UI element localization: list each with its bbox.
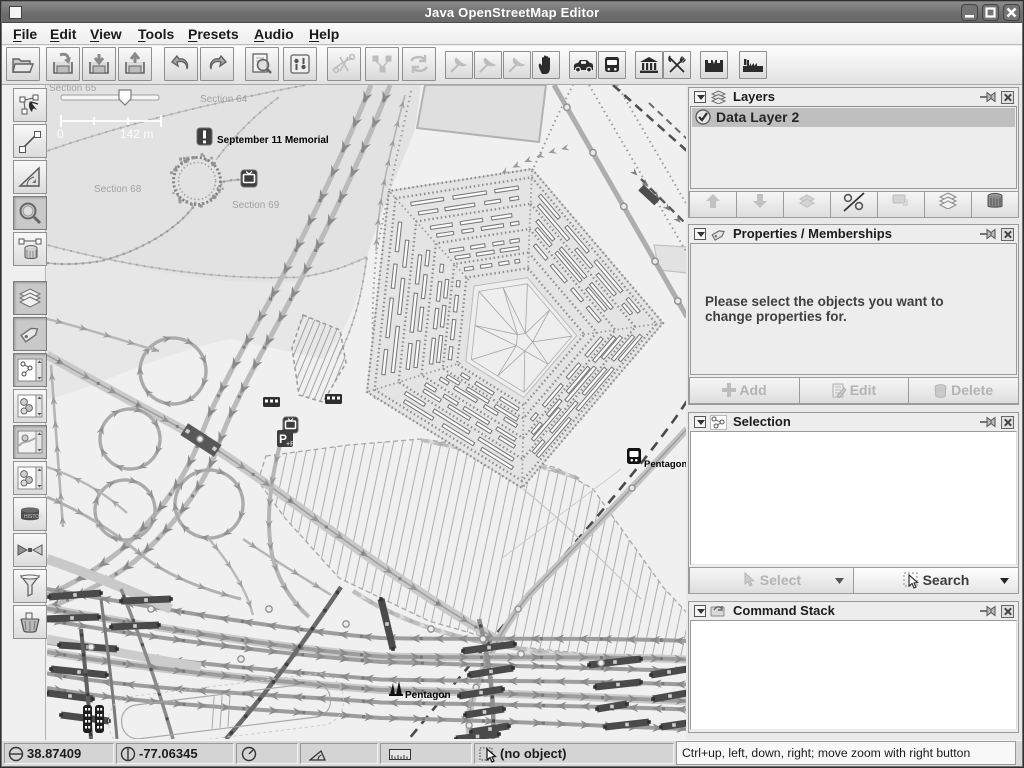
svg-text:Section 69: Section 69 [232, 200, 280, 211]
svg-text:Pentagon: Pentagon [405, 690, 451, 701]
svg-text:Section 68: Section 68 [94, 184, 142, 195]
svg-text:+R: +R [286, 441, 295, 448]
svg-text:Section 64: Section 64 [200, 94, 248, 105]
svg-text:September 11 Memorial: September 11 Memorial [217, 135, 329, 146]
svg-text:HISTORY: HISTORY [24, 514, 42, 520]
svg-text:142 m: 142 m [120, 127, 153, 141]
svg-text:Section 65: Section 65 [49, 85, 97, 94]
svg-text:Pentagon: Pentagon [644, 459, 686, 470]
svg-text:0: 0 [57, 127, 64, 141]
